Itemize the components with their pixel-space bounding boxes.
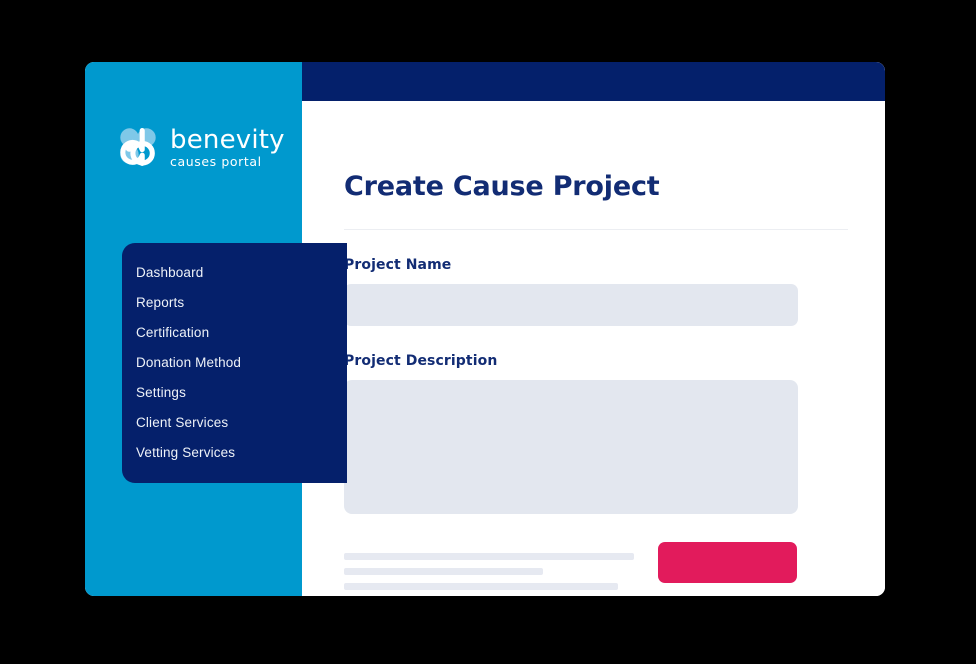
skeleton-line-2	[344, 568, 543, 575]
brand-logo[interactable]: benevity causes portal	[117, 125, 285, 169]
project-name-input[interactable]	[344, 284, 798, 326]
brand-logo-text: benevity causes portal	[170, 125, 285, 169]
footer-placeholder-text	[344, 542, 636, 596]
main-area: Create Cause Project Project Name Projec…	[302, 62, 885, 596]
sidebar-item-donation-method[interactable]: Donation Method	[122, 347, 347, 377]
top-bar	[302, 62, 885, 101]
title-divider	[344, 229, 848, 230]
sidebar: benevity causes portal Dashboard Reports…	[85, 62, 347, 596]
brand-tagline: causes portal	[170, 154, 262, 170]
benevity-b-logo-icon	[117, 125, 161, 169]
skeleton-line-3	[344, 583, 618, 590]
sidebar-item-certification[interactable]: Certification	[122, 317, 347, 347]
form-footer-row	[344, 542, 848, 596]
submit-button[interactable]	[658, 542, 797, 583]
main-content: Create Cause Project Project Name Projec…	[302, 101, 885, 596]
skeleton-line-1	[344, 553, 634, 560]
sidebar-item-client-services[interactable]: Client Services	[122, 407, 347, 437]
page-title: Create Cause Project	[344, 171, 660, 202]
sidebar-nav-panel: Dashboard Reports Certification Donation…	[122, 243, 347, 483]
brand-name: benevity	[170, 125, 285, 156]
sidebar-item-vetting-services[interactable]: Vetting Services	[122, 437, 347, 467]
project-name-label: Project Name	[344, 257, 452, 273]
screenshot-stage: benevity causes portal Dashboard Reports…	[0, 0, 976, 664]
project-description-textarea[interactable]	[344, 380, 798, 514]
sidebar-item-dashboard[interactable]: Dashboard	[122, 257, 347, 287]
app-window-card: benevity causes portal Dashboard Reports…	[85, 62, 885, 596]
project-description-label: Project Description	[344, 353, 498, 369]
sidebar-item-reports[interactable]: Reports	[122, 287, 347, 317]
sidebar-item-settings[interactable]: Settings	[122, 377, 347, 407]
